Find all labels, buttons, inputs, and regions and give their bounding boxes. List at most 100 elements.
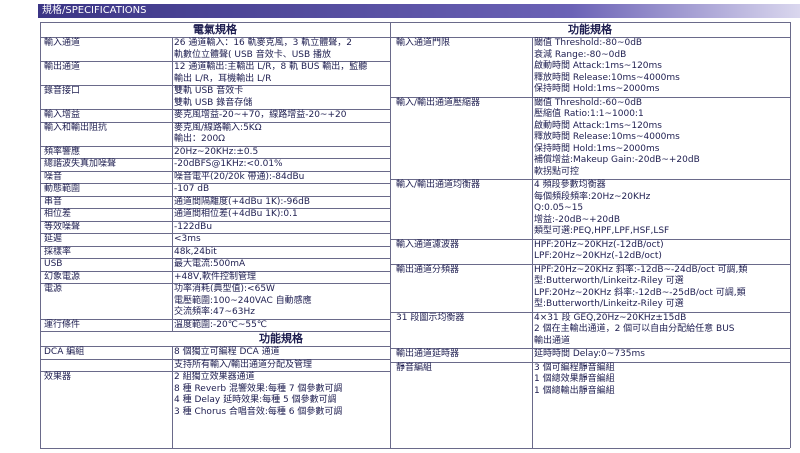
spec-value: -107 dB <box>174 184 210 194</box>
spec-value: 8 種 Reverb 混響效果:每種 7 個參數可調 <box>174 383 343 394</box>
spec-value: 增益:-20dB~+20dB <box>534 214 621 225</box>
spec-label: 輸出通道分頻器 <box>396 264 460 275</box>
spec-label: 噪音 <box>44 171 63 182</box>
spec-value: 釋放時間 Release:10ms~4000ms <box>534 132 680 142</box>
spec-value: HPF:20Hz~20KHz(-12dB/oct) <box>534 239 664 250</box>
spec-value: 48k,24bit <box>174 246 217 257</box>
spec-value: 麥克風/線路輸入:5KΩ <box>174 122 262 133</box>
spec-value: 保持時間 Hold:1ms~2000ms <box>534 84 660 94</box>
function-spec-heading: 功能規格 <box>568 23 612 36</box>
spec-value: 補償增益:Makeup Gain:-20dB~+20dB <box>534 155 700 165</box>
spec-value: 雙軌 USB 音效卡 <box>174 86 244 96</box>
spec-value: 麥克風增益-20~+70，線路增益-20~+20 <box>174 110 347 120</box>
spec-value: 1 個總輸出靜音編組 <box>534 385 615 396</box>
header-title: 規格/SPECIFICATIONS <box>42 5 147 16</box>
spec-value: 1 個總效果靜音編組 <box>534 374 615 384</box>
spec-label: DCA 編組 <box>44 347 85 357</box>
spec-label: 幻象電源 <box>44 271 81 282</box>
spec-label: 31 段圖示均衡器 <box>396 312 465 323</box>
spec-value: 支持所有輸入/輸出通道分配及管理 <box>174 359 313 370</box>
spec-value: 啟動時間 Attack:1ms~120ms <box>534 61 662 71</box>
spec-value: 功率消耗(典型值):<65W <box>174 284 275 294</box>
spec-value: 26 通道輸入：16 軌麥克風，3 軌立體聲，2 <box>174 38 352 48</box>
spec-value: 4 頻段參數均衡器 <box>534 180 606 190</box>
spec-label: 輸出通道 <box>44 62 81 72</box>
row-divider <box>40 183 390 184</box>
spec-label: 頻率響應 <box>44 146 81 157</box>
spec-value: <3ms <box>174 234 201 244</box>
spec-value: 3 種 Chorus 合唱音效:每種 6 個參數可調 <box>174 406 343 417</box>
spec-value: 電壓範圍:100~240VAC 自動感應 <box>174 295 312 306</box>
spec-value: 閾值 Threshold:-60~0dB <box>534 97 643 108</box>
column-divider <box>790 22 791 448</box>
spec-value: 閾值 Threshold:-80~0dB <box>534 38 643 48</box>
spec-value: 啟動時間 Attack:1ms~120ms <box>534 120 662 131</box>
spec-value: 4×31 段 GEQ,20Hz~20KHz±15dB <box>534 312 687 323</box>
electrical-spec-heading: 電氣規格 <box>193 23 237 36</box>
row-divider <box>40 448 790 449</box>
column-divider <box>390 22 391 448</box>
spec-value: Q:0.05~15 <box>534 203 584 213</box>
spec-label: 輸入/輸出通道壓縮器 <box>396 97 481 108</box>
row-divider <box>40 220 390 222</box>
spec-value: 3 個可編程靜音編組 <box>534 362 615 373</box>
spec-label: 輸入增益 <box>44 110 81 120</box>
spec-label: 輸入和輸出阻抗 <box>44 122 108 133</box>
spec-label: 效果器 <box>44 372 72 382</box>
spec-value: 輸出 L/R，耳機輸出 L/R <box>174 73 272 84</box>
spec-value: 延時時間 Delay:0~735ms <box>534 349 645 359</box>
spec-value: 軟拐點可控 <box>534 166 580 177</box>
spec-label: 輸出通道延時器 <box>396 349 460 359</box>
spec-value: 12 通道輸出:主輸出 L/R，8 軌 BUS 輸出，監聽 <box>174 62 368 72</box>
row-divider <box>40 233 390 234</box>
spec-value: 型:Butterworth/Linkeitz-Riley 可選 <box>534 276 684 286</box>
spec-label: 採樣率 <box>44 246 72 257</box>
spec-label: USB <box>44 259 63 269</box>
spec-value: HPF:20Hz~20KHz 斜率:-12dB~-24dB/oct 可調,類 <box>534 264 748 275</box>
spec-value: 溫度範圍:-20℃~55℃ <box>174 319 267 330</box>
spec-value: -122dBu <box>174 221 213 232</box>
spec-label: 輸入通道門限 <box>396 38 451 48</box>
spec-label: 輸入通道濾波器 <box>396 239 460 250</box>
column-divider <box>172 38 173 332</box>
spec-value: 釋放時間 Release:10ms~4000ms <box>534 72 680 83</box>
spec-value: LPF:20Hz~20KHz 斜率:-12dB~-25dB/oct 可調,類 <box>534 287 746 298</box>
spec-value: 輸出通道 <box>534 335 571 346</box>
spec-value: 2 個在主輸出通道，2 個可以自由分配給任意 BUS <box>534 324 735 334</box>
spec-label: 總諧波失真加噪聲 <box>44 159 117 169</box>
spec-label: 錄音接口 <box>44 86 81 96</box>
column-divider <box>172 347 173 448</box>
spec-label: 相位差 <box>44 209 72 219</box>
spec-value: 雙軌 USB 錄音存儲 <box>174 97 253 108</box>
spec-value: 壓縮值 Ratio:1:1~1000:1 <box>534 109 644 119</box>
spec-value: 噪音電平(20/20k 帶通):-84dBu <box>174 171 305 182</box>
spec-value: 衰減 Range:-80~0dB <box>534 49 627 60</box>
spec-label: 輸入/輸出通道均衡器 <box>396 180 481 190</box>
spec-label: 動態範圍 <box>44 184 81 194</box>
header-bar: 規格/SPECIFICATIONS <box>38 4 800 18</box>
spec-value: 20Hz~20KHz:±0.5 <box>174 146 259 157</box>
spec-value: +48V,軟件控制管理 <box>174 271 257 282</box>
spec-label: 輸入通道 <box>44 38 81 48</box>
spec-label: 等效噪聲 <box>44 221 81 232</box>
spec-value: 輸出：200Ω <box>174 134 226 144</box>
column-divider <box>532 38 533 448</box>
spec-value: 4 種 Delay 延時效果:每種 5 個參數可調 <box>174 395 337 405</box>
spec-value: 每個頻段頻率:20Hz~20KHz <box>534 191 651 202</box>
spec-sheet: 規格/SPECIFICATIONS 電氣規格 功能規格 輸入通道 26 通道輸入：16… <box>0 0 800 453</box>
spec-value: 通道間相位差(+4dBu 1K):0.1 <box>174 209 298 219</box>
spec-value: 8 個獨立可編程 DCA 通道 <box>174 347 280 357</box>
spec-value: 交流頻率:47~63Hz <box>174 307 255 317</box>
spec-value: 保持時間 Hold:1ms~2000ms <box>534 143 660 154</box>
spec-value: 通道間隔離度(+4dBu 1K):-96dB <box>174 196 310 207</box>
spec-label: 靜音編組 <box>396 362 433 373</box>
spec-label: 運行條件 <box>44 319 81 330</box>
spec-value: 最大電流:500mA <box>174 259 246 269</box>
spec-value: LPF:20Hz~20KHz(-12dB/oct) <box>534 251 662 261</box>
spec-label: 串音 <box>44 196 63 207</box>
spec-value: 軌數位立體聲( USB 音效卡、USB 播放 <box>174 49 332 60</box>
spec-label: 電源 <box>44 284 63 294</box>
function-heading-left: 功能規格 <box>259 332 303 345</box>
spec-value: 型:Butterworth/Linkeitz-Riley 可選 <box>534 299 684 309</box>
spec-value: 2 組獨立效果器通道 <box>174 372 255 382</box>
